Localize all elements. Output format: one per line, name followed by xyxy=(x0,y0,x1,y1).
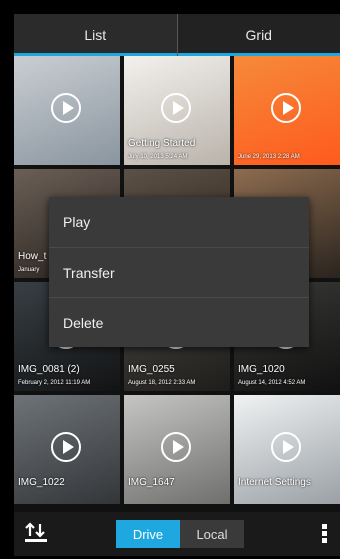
grid-item-date: June 29, 2013 2:28 AM xyxy=(238,154,300,160)
context-menu: Play Transfer Delete xyxy=(49,197,309,347)
tab-list-label: List xyxy=(84,27,107,43)
play-icon[interactable] xyxy=(161,431,191,462)
grid-item-date: January xyxy=(18,267,40,273)
tab-list[interactable]: List xyxy=(14,14,177,56)
grid-item-date: August 14, 2012 4:52 AM xyxy=(238,380,306,386)
menu-item-delete-label: Delete xyxy=(63,314,104,331)
grid-item[interactable]: June 29, 2013 2:28 AM xyxy=(234,56,340,165)
grid-item[interactable]: Internet Settings xyxy=(234,395,340,504)
menu-item-play[interactable]: Play xyxy=(49,197,309,247)
grid-item-date: August 18, 2012 2:33 AM xyxy=(128,380,196,386)
local-button[interactable]: Local xyxy=(180,520,244,548)
grid-item-title: IMG_1020 xyxy=(238,364,285,375)
source-toggle: Drive Local xyxy=(116,520,244,548)
play-icon[interactable] xyxy=(271,92,301,123)
grid-item-title: IMG_0255 xyxy=(128,364,175,375)
grid-item[interactable] xyxy=(14,56,120,165)
grid-item-title: Getting Started xyxy=(128,138,196,149)
grid-item-title: How_t xyxy=(18,251,47,262)
bottom-bar: Drive Local xyxy=(14,512,340,556)
grid-item[interactable]: IMG_1022 xyxy=(14,395,120,504)
drive-button[interactable]: Drive xyxy=(116,520,180,548)
grid-item[interactable]: IMG_1647 xyxy=(124,395,230,504)
menu-item-delete[interactable]: Delete xyxy=(49,297,309,347)
tab-grid[interactable]: Grid xyxy=(176,14,340,56)
grid-item-date: July 10, 2013 5:24 AM xyxy=(128,154,188,160)
grid-item-title: Internet Settings xyxy=(238,477,311,488)
overflow-menu-icon[interactable] xyxy=(322,524,328,544)
menu-item-play-label: Play xyxy=(63,214,91,230)
tab-bar: List Grid xyxy=(14,14,340,56)
menu-item-transfer[interactable]: Transfer xyxy=(49,247,309,297)
grid-item-title: IMG_1647 xyxy=(128,477,175,488)
play-icon[interactable] xyxy=(51,92,81,123)
menu-item-transfer-label: Transfer xyxy=(63,264,115,281)
tab-grid-label: Grid xyxy=(245,27,272,43)
play-icon[interactable] xyxy=(161,92,191,123)
play-icon[interactable] xyxy=(271,431,301,462)
play-icon[interactable] xyxy=(51,431,81,462)
grid-item-date: February 2, 2012 11:19 AM xyxy=(18,380,91,386)
grid-item-title: IMG_1022 xyxy=(18,477,65,488)
grid-item-title: IMG_0081 (2) xyxy=(18,364,80,375)
grid-item[interactable]: Getting Started July 10, 2013 5:24 AM xyxy=(124,56,230,165)
sort-arrows-icon[interactable] xyxy=(24,522,48,544)
